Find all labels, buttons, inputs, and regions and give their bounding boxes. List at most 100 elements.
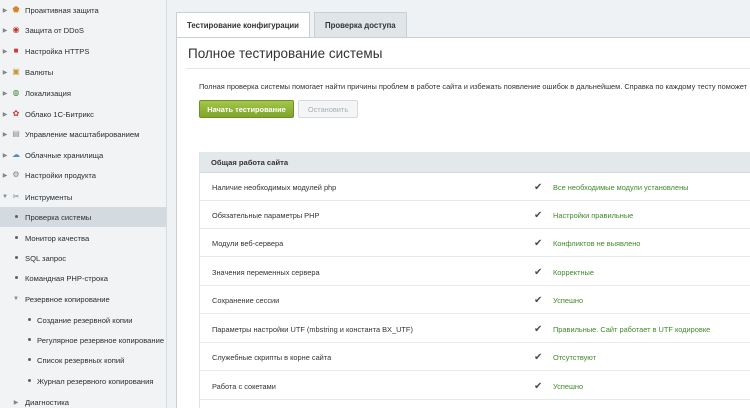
sidebar-item-label: Монитор качества: [25, 233, 90, 243]
tab-configuration-test[interactable]: Тестирование конфигурации: [176, 12, 310, 37]
globe-icon: ◍: [12, 88, 20, 97]
sidebar-item-system-check[interactable]: Проверка системы: [0, 207, 166, 227]
table-row: Служебные скрипты в корне сайта ✔ Отсутс…: [200, 343, 750, 371]
sidebar-item-scheduled-backup[interactable]: Регулярное резервное копирование: [0, 330, 166, 350]
sidebar-item-label: Настройки продукта: [25, 170, 96, 180]
test-name: Наличие необходимых модулей php: [212, 182, 337, 192]
table-row: Наличие необходимых модулей php ✔ Все не…: [200, 173, 750, 201]
test-status[interactable]: Отсутствуют: [553, 343, 596, 371]
sidebar-item-backup-list[interactable]: Список резервных копий: [0, 350, 166, 370]
table-row: Сохранение сессии ✔ Успешно: [200, 286, 750, 314]
sidebar-item-bitrix-cloud[interactable]: ▶ ✿ Облако 1С-Битрикс: [0, 104, 166, 124]
lock-icon: ■: [13, 46, 19, 55]
sidebar-item-proactive-protection[interactable]: ▶ ⬟ Проактивная защита: [0, 0, 166, 20]
sidebar-item-scaling[interactable]: ▶ ▤ Управление масштабированием: [0, 124, 166, 144]
checkmark-icon: ✔: [534, 181, 543, 193]
sidebar-item-label: Настройка HTTPS: [25, 46, 90, 56]
section-header: Общая работа сайта: [200, 152, 750, 173]
sidebar-item-label: Проверка системы: [25, 212, 92, 222]
test-status[interactable]: Успешно: [553, 286, 583, 314]
stop-button[interactable]: Остановить: [298, 100, 358, 118]
test-name: Обязательные параметры PHP: [212, 210, 320, 220]
checkmark-icon: ✔: [534, 351, 543, 363]
checkmark-icon: ✔: [534, 323, 543, 335]
sidebar-item-label: Защита от DDoS: [25, 25, 84, 35]
chevron-right-icon[interactable]: ▶: [1, 7, 9, 14]
test-name: Сохранение сессии: [212, 295, 280, 305]
bullet-icon: [15, 276, 18, 279]
test-name: Работа с сокетами: [212, 381, 276, 391]
chevron-right-icon[interactable]: ▶: [1, 172, 9, 179]
chevron-down-icon[interactable]: ▼: [12, 296, 20, 302]
bullet-icon: [15, 215, 18, 218]
sidebar-item-backup[interactable]: ▼ Резервное копирование: [0, 289, 166, 309]
test-name: Значения переменных сервера: [212, 267, 320, 277]
tab-bar: Тестирование конфигурации Проверка досту…: [176, 12, 411, 37]
sidebar-item-diagnostics[interactable]: ▶ Диагностика: [0, 392, 166, 408]
test-status[interactable]: Конфликтов не выявлено: [553, 229, 640, 257]
results-table: Общая работа сайта Наличие необходимых м…: [199, 152, 750, 408]
sidebar-item-php-console[interactable]: Командная PHP-строка: [0, 268, 166, 288]
bullet-icon: [15, 256, 18, 259]
bullet-icon: [28, 358, 31, 361]
checkmark-icon: ✔: [534, 294, 543, 306]
divider: [186, 68, 750, 69]
sidebar-item-label: Инструменты: [25, 192, 73, 202]
chevron-right-icon[interactable]: ▶: [1, 152, 9, 159]
test-name: Служебные скрипты в корне сайта: [212, 352, 332, 362]
sidebar-item-localization[interactable]: ▶ ◍ Локализация: [0, 83, 166, 103]
table-row: Параметры настройки UTF (mbstring и конс…: [200, 315, 750, 343]
sidebar-item-label: Облачные хранилища: [25, 150, 104, 160]
sidebar-item-cloud-storage[interactable]: ▶ ☁ Облачные хранилища: [0, 145, 166, 165]
sidebar-item-currencies[interactable]: ▶ ▣ Валюты: [0, 62, 166, 82]
chevron-right-icon[interactable]: ▶: [1, 69, 9, 76]
currency-icon: ▣: [12, 67, 20, 76]
chevron-right-icon[interactable]: ▶: [12, 399, 20, 406]
bullet-icon: [15, 236, 18, 239]
sidebar-item-label: Регулярное резервное копирование: [37, 335, 165, 345]
test-status[interactable]: Успешно: [553, 372, 583, 400]
sidebar-item-label: Список резервных копий: [37, 355, 125, 365]
table-row: Модули веб-сервера ✔ Конфликтов не выявл…: [200, 229, 750, 257]
chevron-right-icon[interactable]: ▶: [1, 111, 9, 118]
test-name: Модули веб-сервера: [212, 238, 284, 248]
sidebar-item-label: Журнал резервного копирования: [37, 376, 154, 386]
test-name: Параметры настройки UTF (mbstring и конс…: [212, 324, 413, 334]
sidebar-item-https-settings[interactable]: ▶ ■ Настройка HTTPS: [0, 41, 166, 61]
sidebar-item-create-backup[interactable]: Создание резервной копии: [0, 310, 166, 330]
checkmark-icon: ✔: [534, 237, 543, 249]
sidebar-item-label: Облако 1С-Битрикс: [25, 109, 94, 119]
ddos-icon: ◉: [12, 25, 20, 34]
chevron-right-icon[interactable]: ▶: [1, 131, 9, 138]
sidebar-item-label: Локализация: [25, 88, 72, 98]
test-status[interactable]: Правильные. Сайт работает в UTF кодировк…: [553, 315, 710, 343]
sidebar-item-label: Создание резервной копии: [37, 315, 133, 325]
sidebar-item-product-settings[interactable]: ▶ ⚙ Настройки продукта: [0, 165, 166, 185]
test-status[interactable]: Настройки правильные: [553, 201, 633, 229]
sidebar-item-label: Резервное копирование: [25, 294, 110, 304]
bullet-icon: [28, 318, 31, 321]
sidebar-item-tools[interactable]: ▼ ✂ Инструменты: [0, 187, 166, 207]
settings-icon: ⚙: [12, 170, 20, 179]
cloud-bitrix-icon: ✿: [12, 109, 20, 118]
page-title: Полное тестирование системы: [188, 46, 383, 61]
sidebar: ▶ ⬟ Проактивная защита ▶ ◉ Защита от DDo…: [0, 0, 167, 408]
table-row: Обязательные параметры PHP ✔ Настройки п…: [200, 201, 750, 229]
start-test-button[interactable]: Начать тестирование: [199, 100, 294, 118]
sidebar-item-label: SQL запрос: [25, 253, 67, 263]
tab-access-check[interactable]: Проверка доступа: [313, 12, 407, 37]
sidebar-item-ddos-protection[interactable]: ▶ ◉ Защита от DDoS: [0, 20, 166, 40]
chevron-down-icon[interactable]: ▼: [1, 194, 9, 200]
chevron-right-icon[interactable]: ▶: [1, 48, 9, 55]
sidebar-item-label: Командная PHP-строка: [25, 273, 108, 283]
test-status[interactable]: Все необходимые модули установлены: [553, 173, 689, 201]
sidebar-item-backup-log[interactable]: Журнал резервного копирования: [0, 371, 166, 391]
shield-icon: ⬟: [12, 5, 20, 14]
cloud-storage-icon: ☁: [12, 150, 20, 159]
chevron-right-icon[interactable]: ▶: [1, 90, 9, 97]
sidebar-item-quality-monitor[interactable]: Монитор качества: [0, 228, 166, 248]
scaling-icon: ▤: [12, 129, 20, 138]
chevron-right-icon[interactable]: ▶: [1, 27, 9, 34]
sidebar-item-sql-query[interactable]: SQL запрос: [0, 248, 166, 268]
test-status[interactable]: Корректные: [553, 258, 594, 286]
